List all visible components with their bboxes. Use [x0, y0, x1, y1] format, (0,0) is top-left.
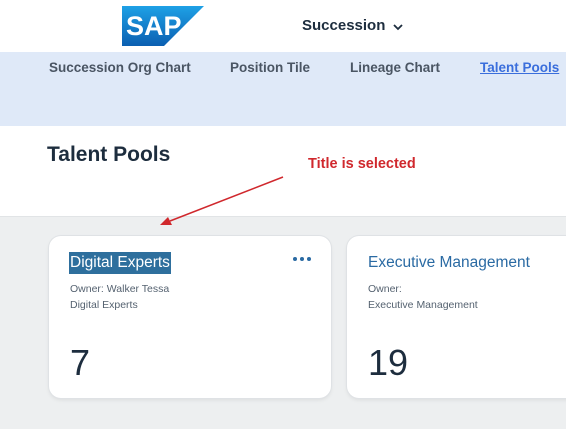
chevron-down-icon — [392, 20, 404, 32]
tab-succession-org-chart[interactable]: Succession Org Chart — [49, 60, 191, 75]
card-member-count: 19 — [368, 342, 409, 383]
card-subtext: Executive Management — [368, 299, 478, 311]
card-subtext: Digital Experts — [70, 299, 138, 311]
talent-pool-card[interactable]: Executive Management Owner: Executive Ma… — [347, 236, 566, 398]
card-title[interactable]: Digital Experts — [69, 252, 171, 274]
annotation-label: Title is selected — [308, 156, 416, 172]
svg-text:SAP: SAP — [126, 11, 182, 41]
page-header: Talent Pools Title is selected — [0, 126, 566, 217]
sap-logo-graphic: SAP ® — [122, 6, 204, 46]
card-owner: Owner: — [368, 283, 402, 295]
sap-logo[interactable]: SAP ® — [122, 6, 204, 46]
tab-lineage-chart[interactable]: Lineage Chart — [350, 60, 440, 75]
shell-header: SAP ® Succession — [0, 0, 566, 52]
tab-position-tile[interactable]: Position Tile — [230, 60, 310, 75]
navigation-tabs: Succession Org Chart Position Tile Linea… — [0, 52, 566, 126]
card-owner: Owner: Walker Tessa — [70, 283, 170, 295]
tab-talent-pools[interactable]: Talent Pools — [480, 60, 559, 75]
svg-text:®: ® — [172, 38, 178, 46]
card-member-count: 7 — [70, 342, 91, 383]
more-options-icon[interactable] — [291, 252, 315, 266]
module-switcher[interactable]: Succession — [302, 17, 404, 34]
module-switcher-label: Succession — [302, 17, 386, 34]
talent-pool-card[interactable]: Digital Experts Owner: Walker Tessa Digi… — [49, 236, 331, 398]
card-title[interactable]: Executive Management — [367, 252, 531, 274]
page-title: Talent Pools — [47, 143, 171, 166]
